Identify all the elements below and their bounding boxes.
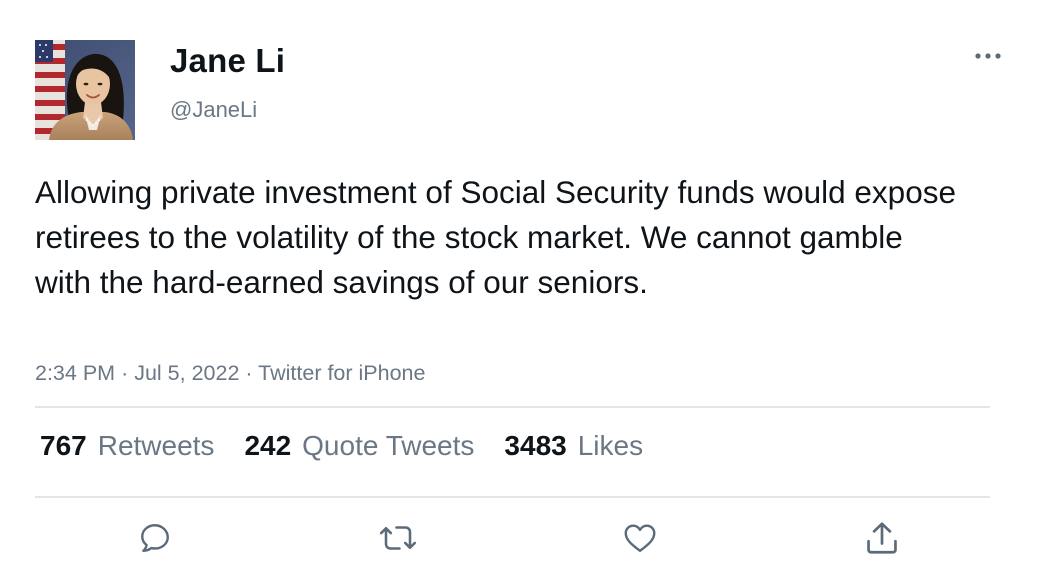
retweet-button[interactable] (378, 518, 418, 558)
reply-icon (141, 524, 169, 552)
more-icon (975, 53, 1001, 59)
meta-separator: · (245, 361, 253, 385)
likes-stat[interactable]: 3483 Likes (504, 430, 643, 462)
tweet-source[interactable]: Twitter for iPhone (258, 361, 425, 385)
retweets-label: Retweets (97, 430, 215, 461)
author-handle[interactable]: @JaneLi (170, 97, 257, 123)
quote-tweets-label: Quote Tweets (302, 430, 475, 461)
tweet-meta: 2:34 PM · Jul 5, 2022 · Twitter for iPho… (35, 361, 425, 386)
profile-photo (35, 40, 135, 140)
avatar[interactable] (35, 40, 135, 140)
tweet-time[interactable]: 2:34 PM (35, 361, 115, 385)
likes-label: Likes (577, 430, 644, 461)
share-button[interactable] (862, 518, 902, 558)
more-options-button[interactable] (970, 44, 1006, 68)
meta-separator: · (121, 361, 129, 385)
reply-button[interactable] (135, 518, 175, 558)
engagement-stats: 767 Retweets 242 Quote Tweets 3483 Likes (40, 430, 673, 462)
retweet-icon (379, 526, 417, 550)
tweet-text: Allowing private investment of Social Se… (35, 174, 956, 300)
like-icon (624, 524, 656, 552)
retweets-stat[interactable]: 767 Retweets (40, 430, 214, 462)
like-button[interactable] (620, 518, 660, 558)
author-display-name[interactable]: Jane Li (170, 42, 285, 80)
quote-tweets-stat[interactable]: 242 Quote Tweets (244, 430, 474, 462)
divider (35, 406, 990, 408)
share-icon (867, 522, 897, 554)
retweets-count: 767 (40, 430, 87, 461)
quote-tweets-count: 242 (244, 430, 292, 461)
divider (35, 496, 990, 498)
likes-count: 3483 (504, 430, 567, 461)
tweet-date[interactable]: Jul 5, 2022 (134, 361, 239, 385)
